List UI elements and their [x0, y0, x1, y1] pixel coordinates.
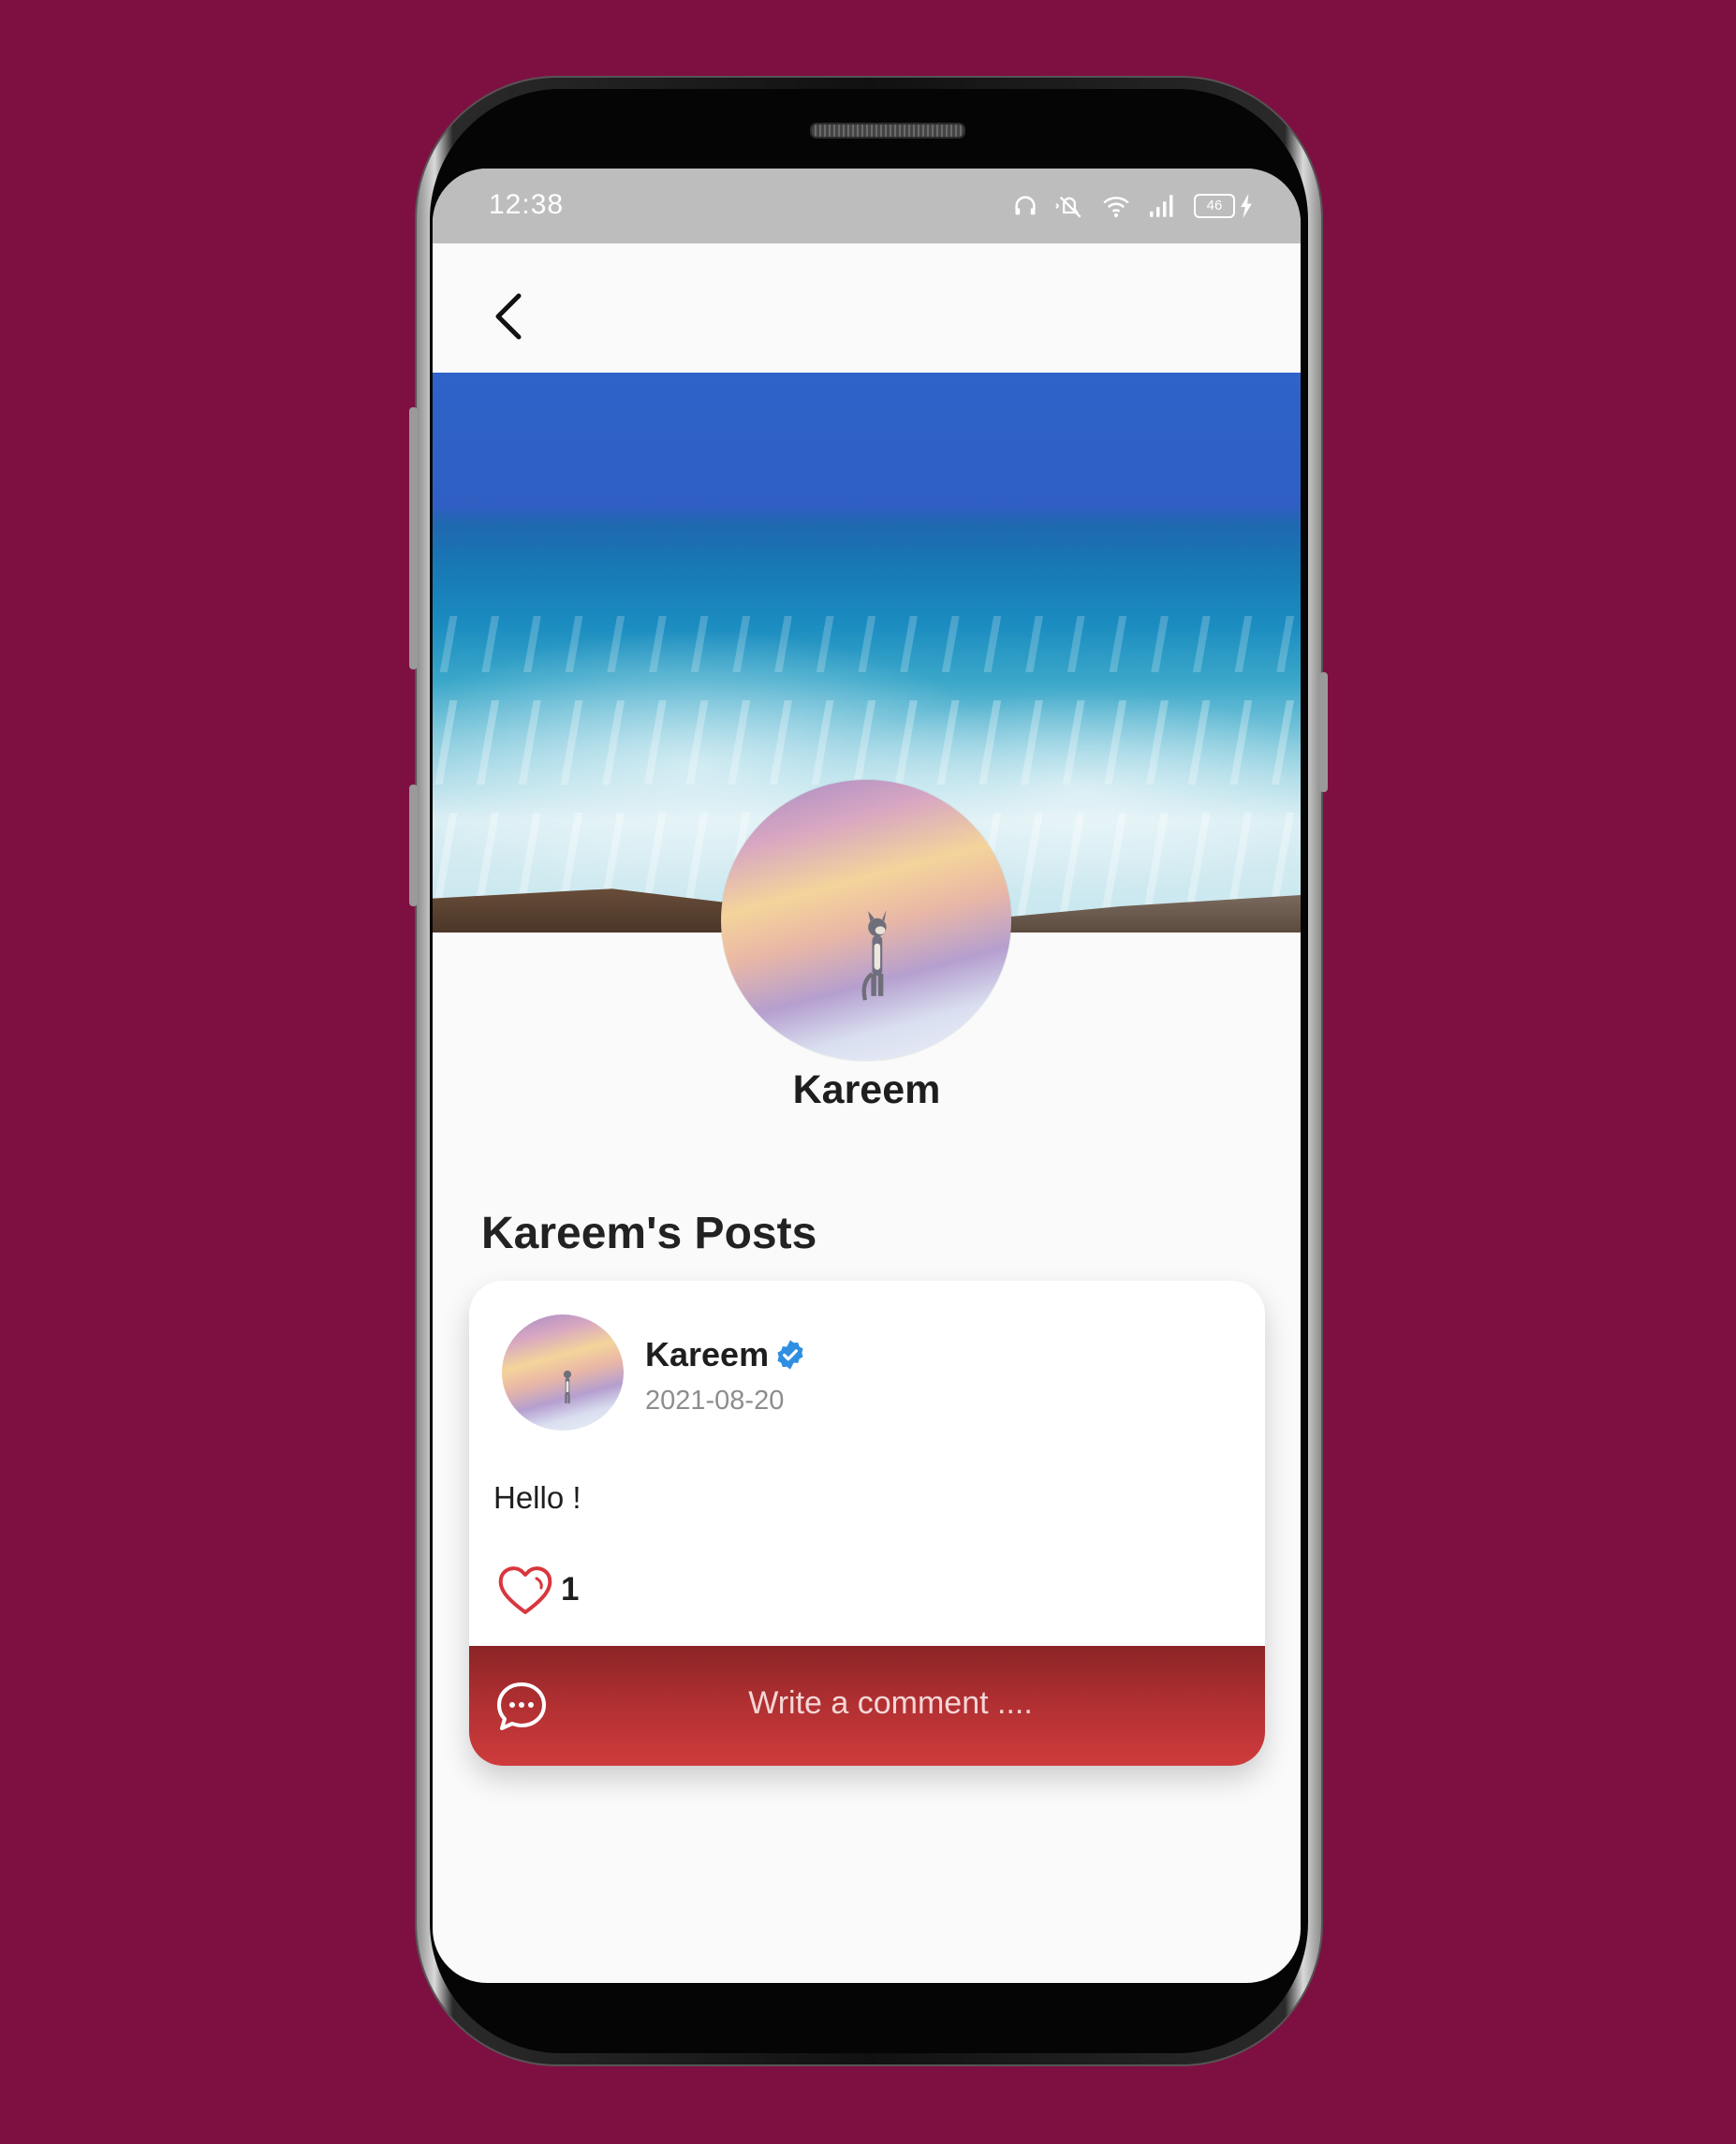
status-bar: 12:38 46	[433, 169, 1301, 243]
post-date: 2021-08-20	[645, 1386, 785, 1416]
like-area: 1	[495, 1562, 579, 1618]
back-button[interactable]	[489, 290, 526, 343]
cat-figure	[861, 910, 887, 1001]
signal-icon	[1150, 195, 1173, 217]
earpiece-speaker	[810, 123, 965, 139]
headphones-icon	[1015, 196, 1036, 215]
comment-placeholder: Write a comment ....	[748, 1685, 1033, 1721]
status-icons: 46	[1012, 187, 1254, 225]
chevron-left-icon	[495, 293, 522, 340]
volume-down-button	[409, 785, 418, 906]
like-count: 1	[561, 1571, 580, 1608]
heart-icon	[498, 1566, 552, 1614]
write-comment-bar[interactable]: Write a comment ....	[469, 1646, 1265, 1766]
like-button[interactable]	[495, 1562, 555, 1618]
battery-indicator: 46	[1194, 194, 1254, 218]
sea-foam	[433, 700, 1301, 785]
sea-foam	[433, 616, 1301, 672]
post-text: Hello !	[493, 1480, 581, 1515]
profile-name: Kareem	[792, 1067, 941, 1112]
app-screen: 12:38 46 Kareem Kareem's Posts Kareem 20…	[433, 169, 1301, 1983]
volume-up-button	[409, 407, 418, 669]
verified-badge-icon	[777, 1340, 803, 1370]
power-button	[1319, 672, 1328, 792]
app-bar	[433, 243, 1301, 373]
post-card: Kareem 2021-08-20 Hello ! 1 Write a comm…	[469, 1281, 1265, 1766]
profile-avatar[interactable]	[721, 780, 1011, 1061]
charging-bolt-icon	[1241, 194, 1252, 218]
cat-figure	[563, 1370, 571, 1403]
post-author-name[interactable]: Kareem	[645, 1335, 769, 1374]
posts-section-title: Kareem's Posts	[481, 1209, 817, 1258]
wifi-icon	[1103, 197, 1129, 218]
status-time: 12:38	[489, 189, 565, 220]
post-author: Kareem	[645, 1335, 806, 1374]
mute-bell-icon	[1055, 196, 1081, 218]
post-author-avatar[interactable]	[502, 1314, 624, 1431]
battery-level: 46	[1194, 194, 1235, 218]
